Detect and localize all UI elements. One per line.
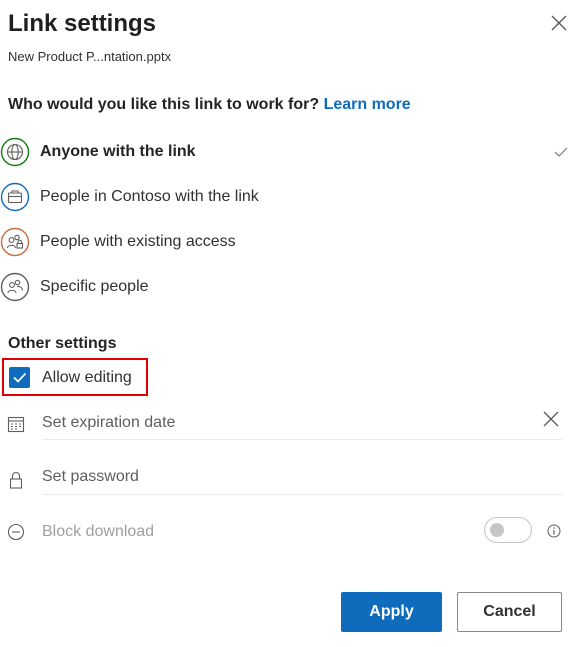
audience-option-label: Specific people <box>40 278 149 295</box>
audience-option-label: People in Contoso with the link <box>40 188 259 205</box>
checkmark-icon <box>13 372 27 383</box>
apply-button[interactable]: Apply <box>341 592 442 632</box>
people-icon <box>0 272 30 302</box>
allow-editing-checkbox[interactable] <box>9 367 30 388</box>
globe-icon <box>0 137 30 167</box>
audience-option-existing-access[interactable]: People with existing access <box>0 225 577 259</box>
expiration-divider <box>42 439 562 440</box>
close-icon[interactable] <box>548 12 570 34</box>
info-icon[interactable] <box>547 524 561 538</box>
audience-option-label: People with existing access <box>40 233 236 250</box>
password-divider <box>42 494 562 495</box>
lock-icon <box>9 471 23 489</box>
block-download-toggle[interactable] <box>484 517 532 543</box>
audience-question: Who would you like this link to work for… <box>8 96 411 114</box>
expiration-date-input[interactable]: Set expiration date <box>42 414 175 432</box>
audience-option-label: Anyone with the link <box>40 143 196 160</box>
block-download-label: Block download <box>42 523 155 540</box>
allow-editing-label[interactable]: Allow editing <box>42 369 132 387</box>
people-lock-icon <box>0 227 30 257</box>
audience-option-specific-people[interactable]: Specific people <box>0 270 577 304</box>
calendar-icon <box>7 416 25 433</box>
dialog-title: Link settings <box>8 10 157 37</box>
cancel-button[interactable]: Cancel <box>457 592 562 632</box>
checkmark-icon <box>554 147 568 157</box>
audience-option-organization[interactable]: People in Contoso with the link <box>0 180 577 214</box>
learn-more-link[interactable]: Learn more <box>324 96 411 113</box>
file-name: New Product P...ntation.pptx <box>8 49 172 64</box>
password-input[interactable]: Set password <box>42 468 139 486</box>
toggle-knob <box>490 523 504 537</box>
audience-question-text: Who would you like this link to work for… <box>8 96 320 113</box>
audience-option-anyone[interactable]: Anyone with the link <box>0 135 577 169</box>
clear-date-icon[interactable] <box>542 410 560 428</box>
other-settings-heading: Other settings <box>8 335 117 352</box>
briefcase-icon <box>0 182 30 212</box>
block-icon <box>7 523 25 541</box>
